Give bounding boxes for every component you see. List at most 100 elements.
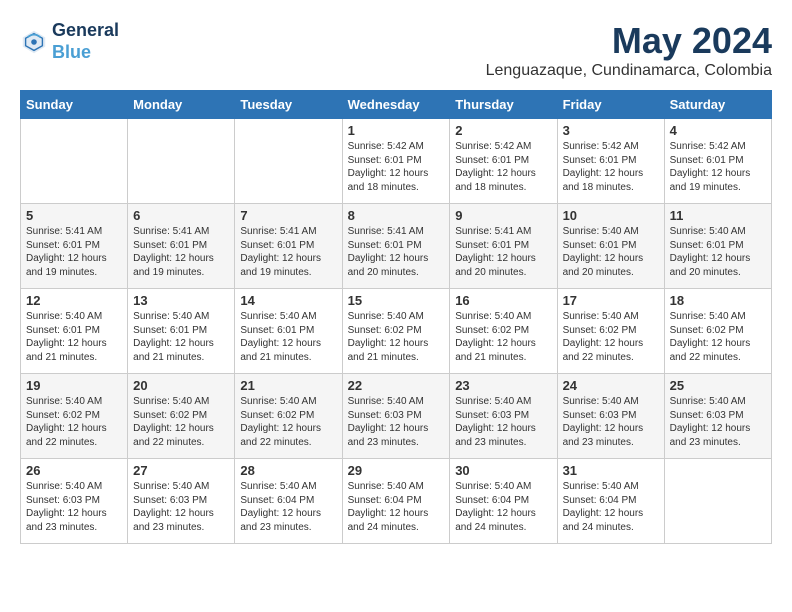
week-row-4: 19 Sunrise: 5:40 AM Sunset: 6:02 PM Dayli…: [21, 374, 772, 459]
day-number: 5: [26, 208, 122, 223]
day-info: Sunrise: 5:40 AM Sunset: 6:01 PM Dayligh…: [670, 225, 766, 279]
calendar-cell: 5Sunrise: 5:41 AM Sunset: 6:01 PM Daylig…: [21, 204, 128, 289]
day-number: 21: [240, 378, 336, 393]
day-number: 3: [563, 123, 659, 138]
day-number: 18: [670, 293, 766, 308]
day-number: 31: [563, 463, 659, 478]
calendar-cell: 12 Sunrise: 5:40 AM Sunset: 6:01 PM Dayli…: [21, 289, 128, 374]
day-info: Sunrise: 5:40 AM Sunset: 6:02 PM Dayligh…: [133, 395, 229, 449]
calendar-cell: [128, 119, 235, 204]
day-info: Sunrise: 5:41 AM Sunset: 6:01 PM Dayligh…: [133, 225, 229, 279]
weekday-header-row: SundayMondayTuesdayWednesdayThursdayFrid…: [21, 91, 772, 119]
day-info: Sunrise: 5:41 AM Sunset: 6:01 PM Dayligh…: [348, 225, 445, 279]
weekday-header-wednesday: Wednesday: [342, 91, 450, 119]
day-number: 15: [348, 293, 445, 308]
logo: General Blue: [20, 20, 119, 63]
logo-line1: General: [52, 20, 119, 42]
day-number: 11: [670, 208, 766, 223]
calendar-cell: [664, 459, 771, 544]
day-number: 26: [26, 463, 122, 478]
day-number: 23: [455, 378, 551, 393]
day-info: Sunrise: 5:40 AM Sunset: 6:02 PM Dayligh…: [455, 310, 551, 364]
day-info: Sunrise: 5:40 AM Sunset: 6:04 PM Dayligh…: [240, 480, 336, 534]
day-number: 17: [563, 293, 659, 308]
calendar-cell: 29Sunrise: 5:40 AM Sunset: 6:04 PM Dayli…: [342, 459, 450, 544]
day-number: 9: [455, 208, 551, 223]
day-info: Sunrise: 5:40 AM Sunset: 6:02 PM Dayligh…: [563, 310, 659, 364]
calendar-cell: 9 Sunrise: 5:41 AM Sunset: 6:01 PM Daylig…: [450, 204, 557, 289]
day-number: 14: [240, 293, 336, 308]
calendar-cell: 3 Sunrise: 5:42 AM Sunset: 6:01 PM Daylig…: [557, 119, 664, 204]
calendar-cell: 21 Sunrise: 5:40 AM Sunset: 6:02 PM Dayli…: [235, 374, 342, 459]
day-info: Sunrise: 5:40 AM Sunset: 6:02 PM Dayligh…: [26, 395, 122, 449]
calendar-cell: 25 Sunrise: 5:40 AM Sunset: 6:03 PM Dayli…: [664, 374, 771, 459]
location-title: Lenguazaque, Cundinamarca, Colombia: [486, 62, 772, 80]
day-number: 12: [26, 293, 122, 308]
day-number: 27: [133, 463, 229, 478]
day-number: 29: [348, 463, 445, 478]
weekday-header-friday: Friday: [557, 91, 664, 119]
day-info: Sunrise: 5:40 AM Sunset: 6:03 PM Dayligh…: [455, 395, 551, 449]
calendar-cell: [235, 119, 342, 204]
calendar-cell: 27Sunrise: 5:40 AM Sunset: 6:03 PM Dayli…: [128, 459, 235, 544]
calendar-cell: 30 Sunrise: 5:40 AM Sunset: 6:04 PM Dayli…: [450, 459, 557, 544]
calendar-cell: 31Sunrise: 5:40 AM Sunset: 6:04 PM Dayli…: [557, 459, 664, 544]
calendar-cell: 7Sunrise: 5:41 AM Sunset: 6:01 PM Daylig…: [235, 204, 342, 289]
calendar-cell: 1 Sunrise: 5:42 AM Sunset: 6:01 PM Daylig…: [342, 119, 450, 204]
calendar-cell: 4Sunrise: 5:42 AM Sunset: 6:01 PM Daylig…: [664, 119, 771, 204]
day-info: Sunrise: 5:40 AM Sunset: 6:04 PM Dayligh…: [455, 480, 551, 534]
day-number: 24: [563, 378, 659, 393]
calendar-cell: 16 Sunrise: 5:40 AM Sunset: 6:02 PM Dayli…: [450, 289, 557, 374]
calendar-cell: 6 Sunrise: 5:41 AM Sunset: 6:01 PM Daylig…: [128, 204, 235, 289]
calendar-cell: 19 Sunrise: 5:40 AM Sunset: 6:02 PM Dayli…: [21, 374, 128, 459]
day-info: Sunrise: 5:40 AM Sunset: 6:02 PM Dayligh…: [348, 310, 445, 364]
weekday-header-tuesday: Tuesday: [235, 91, 342, 119]
day-number: 30: [455, 463, 551, 478]
day-number: 16: [455, 293, 551, 308]
calendar-cell: 2Sunrise: 5:42 AM Sunset: 6:01 PM Daylig…: [450, 119, 557, 204]
day-info: Sunrise: 5:40 AM Sunset: 6:01 PM Dayligh…: [240, 310, 336, 364]
calendar-cell: 23 Sunrise: 5:40 AM Sunset: 6:03 PM Dayli…: [450, 374, 557, 459]
day-info: Sunrise: 5:40 AM Sunset: 6:02 PM Dayligh…: [670, 310, 766, 364]
day-number: 1: [348, 123, 445, 138]
logo-line2: Blue: [52, 42, 119, 64]
day-info: Sunrise: 5:40 AM Sunset: 6:03 PM Dayligh…: [563, 395, 659, 449]
week-row-3: 12 Sunrise: 5:40 AM Sunset: 6:01 PM Dayli…: [21, 289, 772, 374]
day-number: 19: [26, 378, 122, 393]
day-info: Sunrise: 5:40 AM Sunset: 6:01 PM Dayligh…: [133, 310, 229, 364]
day-info: Sunrise: 5:40 AM Sunset: 6:02 PM Dayligh…: [240, 395, 336, 449]
calendar-cell: 11 Sunrise: 5:40 AM Sunset: 6:01 PM Dayli…: [664, 204, 771, 289]
weekday-header-thursday: Thursday: [450, 91, 557, 119]
day-number: 13: [133, 293, 229, 308]
day-number: 10: [563, 208, 659, 223]
calendar-cell: 22Sunrise: 5:40 AM Sunset: 6:03 PM Dayli…: [342, 374, 450, 459]
calendar-table: SundayMondayTuesdayWednesdayThursdayFrid…: [20, 90, 772, 544]
logo-icon: [20, 28, 48, 56]
day-info: Sunrise: 5:40 AM Sunset: 6:03 PM Dayligh…: [26, 480, 122, 534]
weekday-header-monday: Monday: [128, 91, 235, 119]
day-info: Sunrise: 5:42 AM Sunset: 6:01 PM Dayligh…: [670, 140, 766, 194]
day-info: Sunrise: 5:40 AM Sunset: 6:01 PM Dayligh…: [26, 310, 122, 364]
day-number: 25: [670, 378, 766, 393]
calendar-cell: 26 Sunrise: 5:40 AM Sunset: 6:03 PM Dayli…: [21, 459, 128, 544]
day-number: 6: [133, 208, 229, 223]
day-number: 20: [133, 378, 229, 393]
day-number: 28: [240, 463, 336, 478]
week-row-5: 26 Sunrise: 5:40 AM Sunset: 6:03 PM Dayli…: [21, 459, 772, 544]
day-number: 8: [348, 208, 445, 223]
day-info: Sunrise: 5:42 AM Sunset: 6:01 PM Dayligh…: [348, 140, 445, 194]
weekday-header-saturday: Saturday: [664, 91, 771, 119]
week-row-1: 1 Sunrise: 5:42 AM Sunset: 6:01 PM Daylig…: [21, 119, 772, 204]
day-info: Sunrise: 5:41 AM Sunset: 6:01 PM Dayligh…: [455, 225, 551, 279]
calendar-cell: 24 Sunrise: 5:40 AM Sunset: 6:03 PM Dayli…: [557, 374, 664, 459]
calendar-cell: 15 Sunrise: 5:40 AM Sunset: 6:02 PM Dayli…: [342, 289, 450, 374]
calendar-cell: 28 Sunrise: 5:40 AM Sunset: 6:04 PM Dayli…: [235, 459, 342, 544]
calendar-cell: [21, 119, 128, 204]
day-info: Sunrise: 5:40 AM Sunset: 6:03 PM Dayligh…: [348, 395, 445, 449]
title-block: May 2024 Lenguazaque, Cundinamarca, Colo…: [486, 20, 772, 80]
day-info: Sunrise: 5:42 AM Sunset: 6:01 PM Dayligh…: [563, 140, 659, 194]
day-info: Sunrise: 5:41 AM Sunset: 6:01 PM Dayligh…: [240, 225, 336, 279]
calendar-cell: 14 Sunrise: 5:40 AM Sunset: 6:01 PM Dayli…: [235, 289, 342, 374]
calendar-cell: 13 Sunrise: 5:40 AM Sunset: 6:01 PM Dayli…: [128, 289, 235, 374]
day-info: Sunrise: 5:40 AM Sunset: 6:03 PM Dayligh…: [670, 395, 766, 449]
